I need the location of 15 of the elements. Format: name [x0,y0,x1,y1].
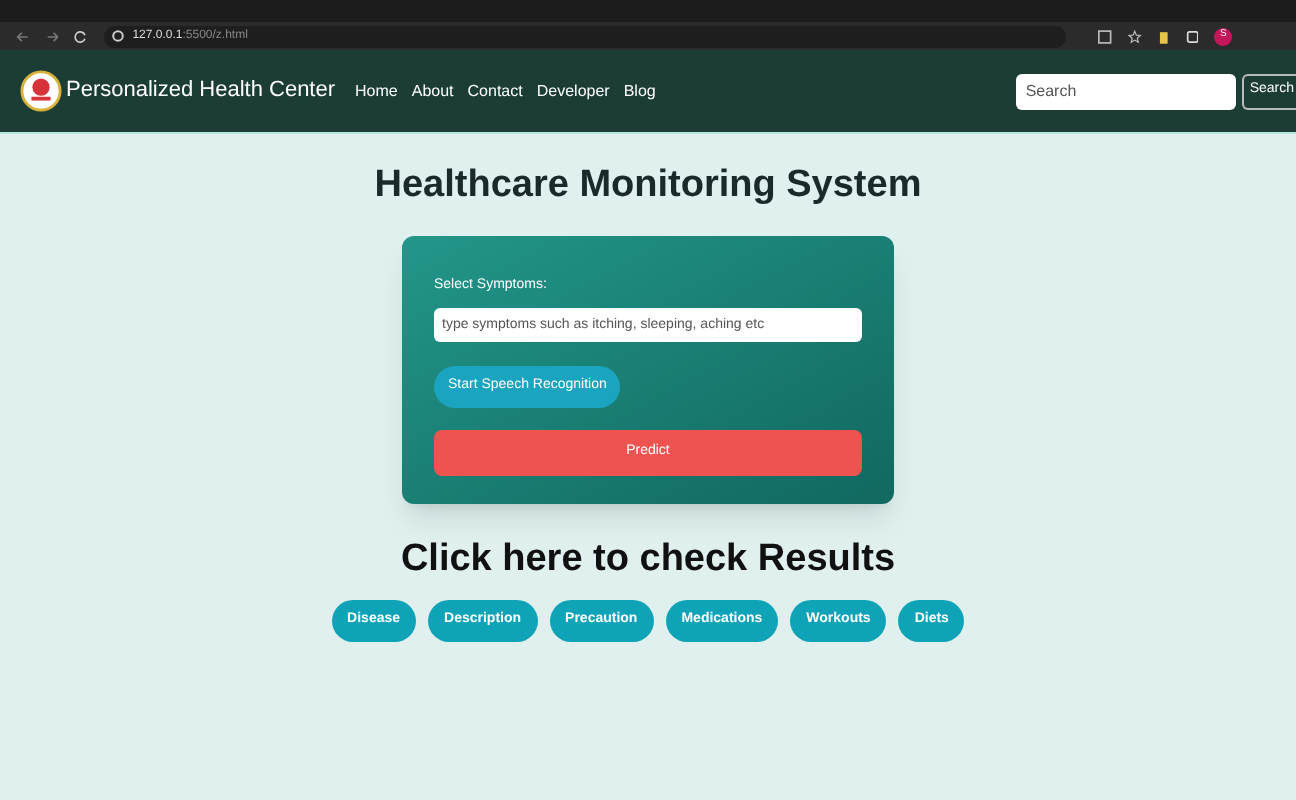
forward-icon[interactable] [45,29,59,43]
nav-link[interactable]: Blog [623,79,656,103]
reload-icon[interactable] [74,29,89,43]
brand-name[interactable]: Personalized Health Center [66,74,336,108]
page-title: Healthcare Monitoring System [374,162,922,210]
nav-link[interactable]: Contact [467,79,523,103]
nav-link[interactable]: Home [355,79,398,103]
star-icon[interactable] [1128,29,1142,43]
back-icon[interactable] [16,29,30,43]
site-info-icon [112,30,125,42]
nav-link[interactable]: Developer [536,79,610,103]
results-heading: Click here to check Results [400,535,896,583]
nav-link[interactable]: About [411,79,454,103]
logo-icon[interactable] [20,70,62,112]
search-field[interactable]: Search [1015,73,1236,109]
